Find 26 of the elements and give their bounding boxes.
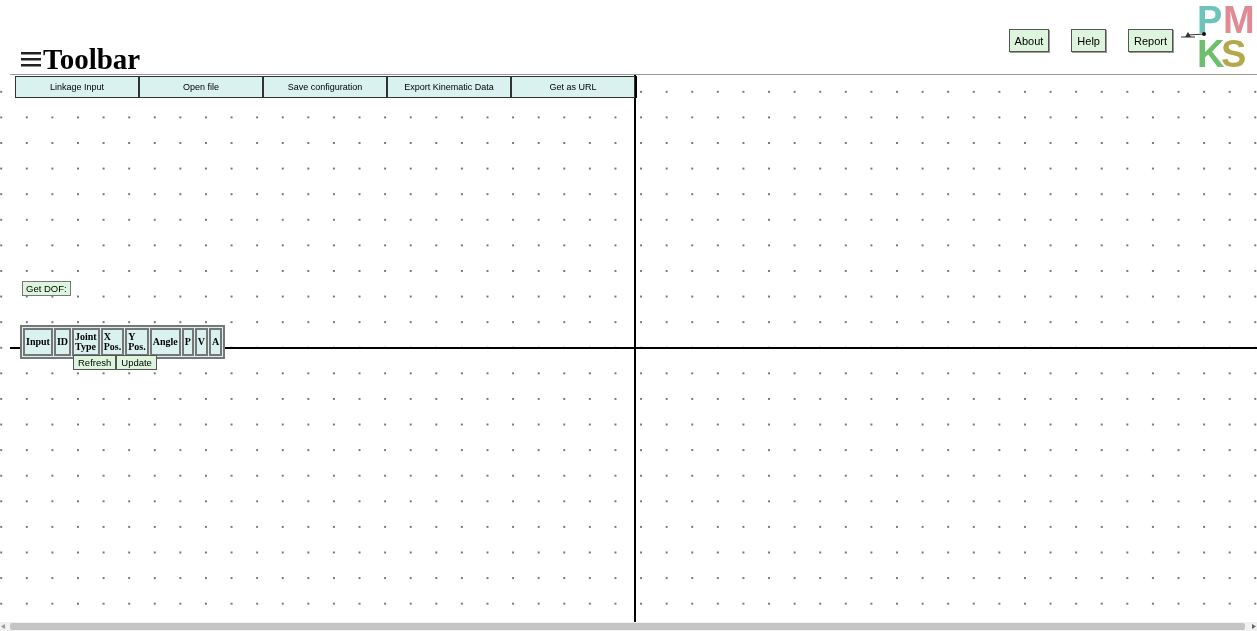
menu-icon[interactable]: [21, 50, 41, 68]
toolbar-button[interactable]: Open file: [139, 76, 263, 98]
get-dof-button[interactable]: Get DOF:: [22, 281, 71, 296]
toolbar-button[interactable]: Export Kinematic Data: [387, 76, 511, 98]
column-header: V: [194, 328, 209, 356]
column-header: Y Pos.: [125, 328, 149, 356]
column-header: A: [209, 328, 223, 356]
toolbar-button[interactable]: Linkage Input: [15, 76, 139, 98]
column-header: X Pos.: [100, 328, 125, 356]
scrollbar[interactable]: [0, 622, 1257, 631]
column-header: Angle: [149, 328, 181, 356]
toolbar-button[interactable]: Get as URL: [511, 76, 635, 98]
table-button[interactable]: Refresh: [73, 355, 117, 370]
logo-letter: M: [1223, 2, 1255, 38]
column-header: Input: [23, 328, 53, 356]
header-button[interactable]: Help: [1071, 29, 1106, 52]
header-button[interactable]: Report: [1127, 29, 1173, 52]
column-header: ID: [53, 328, 72, 356]
column-header: Joint Type: [72, 328, 100, 356]
table-button[interactable]: Update: [116, 355, 157, 370]
toolbar-button[interactable]: Save configuration: [263, 76, 387, 98]
logo-letter: P: [1197, 2, 1223, 38]
scroll-right-icon[interactable]: [1251, 624, 1256, 629]
column-header: P: [181, 328, 194, 356]
toolbar-title[interactable]: Toolbar: [21, 44, 141, 74]
header-button[interactable]: About: [1008, 29, 1050, 52]
